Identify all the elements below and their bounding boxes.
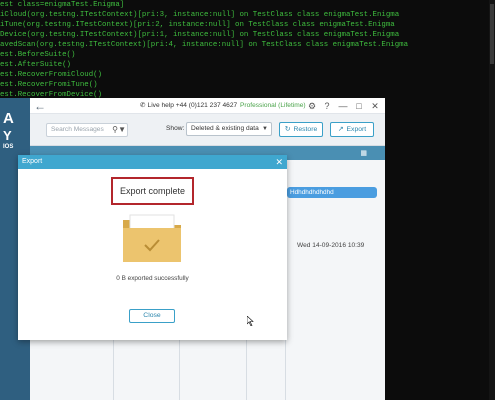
terminal-line: iCloud(org.testng.ITestContext)[pri:3, i… xyxy=(0,11,400,19)
terminal-line: est.AfterSuite() xyxy=(0,61,71,69)
restore-label: Restore xyxy=(293,126,318,133)
show-select[interactable]: Deleted & existing data ▼ xyxy=(186,122,272,136)
logo-line-3: IOS xyxy=(3,144,14,150)
phone-icon: ✆ xyxy=(140,102,146,109)
help-icon[interactable]: ? xyxy=(321,100,333,112)
terminal-scrollbar-thumb[interactable] xyxy=(490,4,494,64)
close-button[interactable]: Close xyxy=(129,309,175,323)
app-toolbar: Search Messages ⚲ ▼ Show: Deleted & exis… xyxy=(30,114,385,146)
app-topbar: ← ✆ Live help +44 (0)121 237 4627 Profess… xyxy=(30,98,385,114)
export-complete-heading: Export complete xyxy=(119,186,186,196)
logo-line-2: Y xyxy=(3,128,12,143)
message-bubble[interactable]: Hdhdhdhdhdhd xyxy=(287,187,377,198)
terminal-scrollbar[interactable] xyxy=(489,0,495,400)
terminal-line: est.RecoverFromiTune() xyxy=(0,81,98,89)
restore-icon: ↻ xyxy=(284,126,291,133)
terminal-line: est.RecoverFromiCloud() xyxy=(0,71,103,79)
export-status: 0 B exported successfully xyxy=(116,275,189,282)
arrow-left-icon[interactable]: ← xyxy=(33,99,47,113)
show-label: Show: xyxy=(166,125,185,132)
live-help-text: Live help +44 (0)121 237 4627 xyxy=(147,102,238,109)
export-complete-box: Export complete xyxy=(111,177,194,205)
live-help[interactable]: ✆ Live help +44 (0)121 237 4627 xyxy=(140,101,237,111)
search-input[interactable]: Search Messages ⚲ ▼ xyxy=(46,123,128,137)
maximize-icon[interactable]: □ xyxy=(353,100,365,112)
minimize-icon[interactable]: — xyxy=(337,100,349,112)
terminal-line: est class=enigmaTest.Enigma] xyxy=(0,1,125,9)
folder-check-icon xyxy=(123,214,181,262)
export-button[interactable]: ↗ Export xyxy=(330,122,374,137)
logo-line-1: A xyxy=(3,110,14,127)
close-icon[interactable]: ✕ xyxy=(369,100,381,112)
close-icon[interactable]: ✕ xyxy=(275,156,283,168)
terminal-line: Device(org.testng.ITestContext)[pri:1, i… xyxy=(0,31,400,39)
dialog-header: Export ✕ xyxy=(18,155,287,169)
mouse-cursor-icon xyxy=(247,316,254,326)
show-select-value: Deleted & existing data xyxy=(191,125,259,132)
export-dialog: Export ✕ Export complete 0 B exported su… xyxy=(18,155,287,340)
plan-label: Professional (Lifetime) xyxy=(240,102,306,109)
terminal-line: iTune(org.testng.ITestContext)[pri:2, in… xyxy=(0,21,395,29)
filter-icon[interactable]: ▼ xyxy=(118,124,126,136)
search-placeholder: Search Messages xyxy=(51,126,104,133)
message-date: Wed 14-09-2016 10:39 xyxy=(297,242,365,249)
settings-icon[interactable]: ⚙ xyxy=(306,100,318,112)
restore-button[interactable]: ↻ Restore xyxy=(279,122,323,137)
export-label: Export xyxy=(346,126,367,133)
terminal-line: avedScan(org.testng.ITestContext)[pri:4,… xyxy=(0,41,409,49)
columns-icon[interactable]: ▦ xyxy=(360,149,367,157)
chevron-down-icon: ▼ xyxy=(262,126,268,132)
export-icon: ↗ xyxy=(337,126,344,133)
terminal-line: est.BeforeSuite() xyxy=(0,51,76,59)
dialog-title: Export xyxy=(22,158,43,165)
